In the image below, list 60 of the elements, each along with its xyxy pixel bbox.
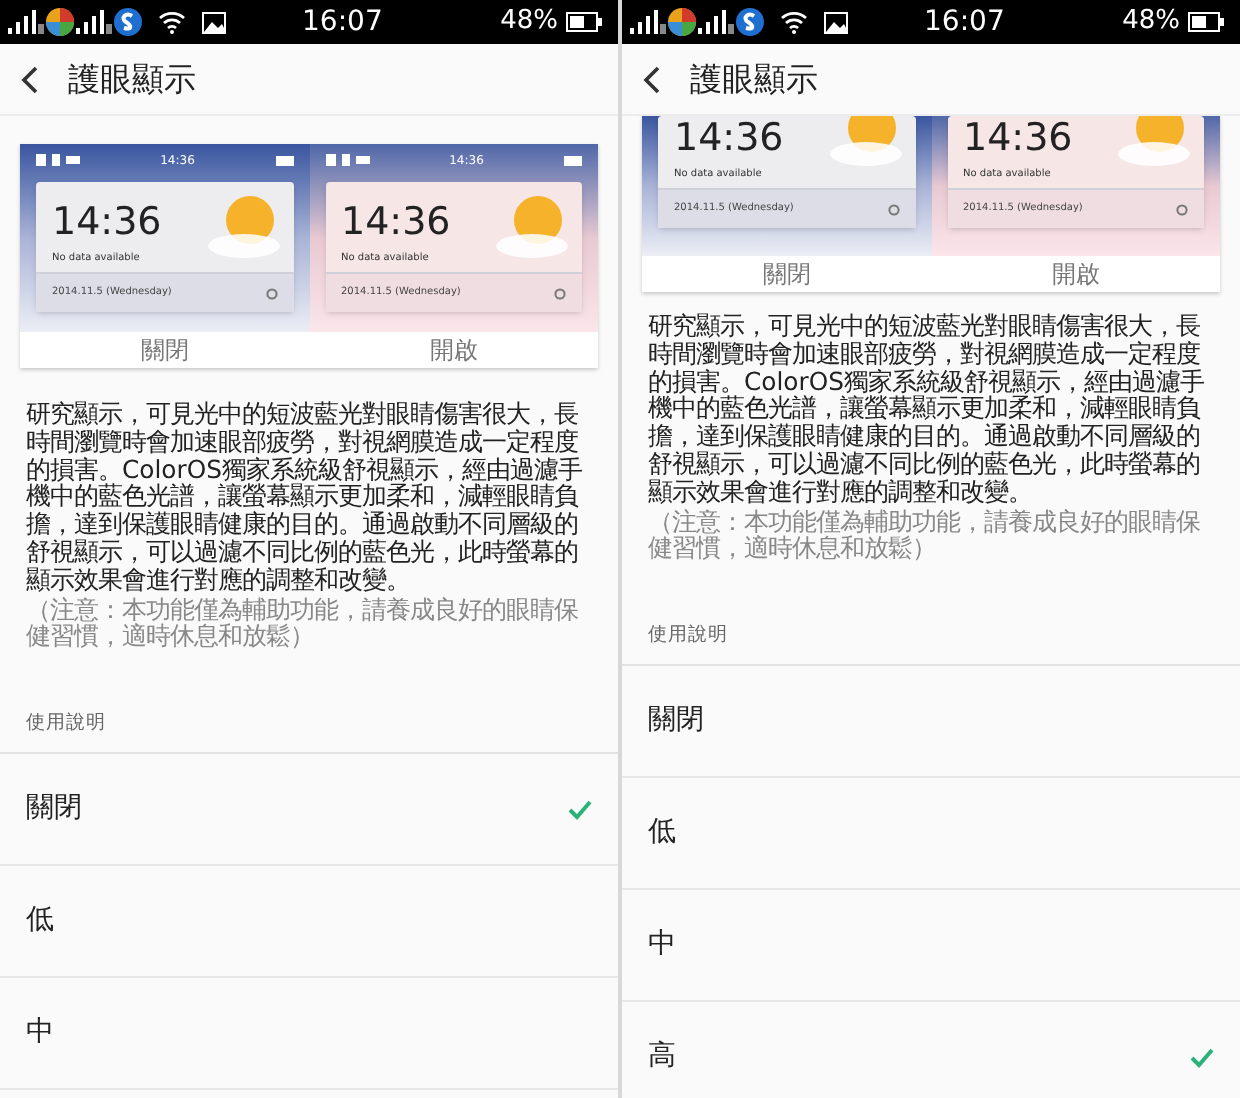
widget-clock: 14:36 <box>341 203 451 241</box>
widget-clock: 14:36 <box>963 119 1073 157</box>
section-label: 使用說明 <box>26 712 106 735</box>
battery-icon <box>564 155 583 165</box>
page-title: 護眼顯示 <box>690 57 818 101</box>
signal-icon <box>698 10 734 34</box>
image-icon <box>202 11 226 33</box>
image-icon <box>824 11 848 33</box>
option-row[interactable]: 關閉 <box>622 666 1240 779</box>
option-row[interactable]: 關閉 <box>0 754 618 867</box>
battery-icon <box>566 12 602 32</box>
back-icon[interactable] <box>20 65 40 93</box>
preview-label: 關閉 <box>140 334 189 368</box>
battery-icon <box>275 155 294 165</box>
note-text: （注意：本功能僅為輔助功能，請養成良好的眼睛保健習慣，適時休息和放鬆） <box>648 507 1202 563</box>
widget-clock: 14:36 <box>674 119 784 157</box>
sun-icon <box>205 192 285 260</box>
preview-label: 開啟 <box>429 334 478 368</box>
wifi-icon <box>780 10 808 34</box>
battery-percent: 48% <box>1122 4 1180 41</box>
sun-icon <box>494 192 574 260</box>
battery-percent: 48% <box>500 4 558 41</box>
option-row[interactable]: 低 <box>622 778 1240 891</box>
option-row[interactable]: 高 <box>622 1002 1240 1098</box>
preview-label: 關閉 <box>762 258 811 292</box>
ball-icon <box>46 8 74 36</box>
preview-label: 開啟 <box>1051 258 1100 292</box>
battery-icon <box>1188 12 1224 32</box>
option-label: 中 <box>648 926 678 965</box>
option-label: 高 <box>648 1038 678 1077</box>
mini-status-icons <box>36 154 80 166</box>
signal-icon <box>630 10 666 34</box>
ring-icon <box>265 287 277 299</box>
ring-icon <box>1176 203 1188 215</box>
page-title: 護眼顯示 <box>68 57 196 101</box>
option-row[interactable]: 中 <box>622 890 1240 1003</box>
status-time: 16:07 <box>302 3 383 41</box>
status-time: 16:07 <box>924 3 1005 41</box>
option-label: 低 <box>26 902 56 941</box>
description-text: 研究顯示，可見光中的短波藍光對眼睛傷害很大，長時間瀏覽時會加速眼部疲勞，對視網膜造成一定程度的損害。ColorOS獨家系統級舒視顯示，經由過濾手機中的藍色光譜，讓螢幕顯示更加柔和，減輕眼睛負擔，達到保護眼睛健康的目的。通過啟動不同層級的舒視顯示，可以過濾不同比例的藍色光，此時螢幕的顯示效果會進行對應的調整和改變。 <box>648 312 1206 506</box>
back-icon[interactable] <box>642 65 662 93</box>
ring-icon <box>554 287 566 299</box>
description-text: 研究顯示，可見光中的短波藍光對眼睛傷害很大，長時間瀏覽時會加速眼部疲勞，對視網膜造成一定程度的損害。ColorOS獨家系統級舒視顯示，經由過濾手機中的藍色光譜，讓螢幕顯示更加柔和，減輕眼睛負擔，達到保護眼睛健康的目的。通過啟動不同層級的舒視顯示，可以過濾不同比例的藍色光，此時螢幕的顯示效果會進行對應的調整和改變。 <box>26 400 584 594</box>
option-label: 低 <box>648 814 678 853</box>
option-label: 關閉 <box>648 702 706 741</box>
ring-icon <box>887 203 899 215</box>
swirl-icon <box>114 8 142 36</box>
option-label: 中 <box>26 1014 56 1053</box>
ball-icon <box>668 8 696 36</box>
option-row[interactable]: 低 <box>0 866 618 979</box>
note-text: （注意：本功能僅為輔助功能，請養成良好的眼睛保健習慣，適時休息和放鬆） <box>26 595 580 651</box>
mini-status-icons <box>325 154 369 166</box>
wifi-icon <box>158 10 186 34</box>
section-label: 使用說明 <box>648 624 728 647</box>
option-label: 關閉 <box>26 790 84 829</box>
swirl-icon <box>736 8 764 36</box>
option-row[interactable]: 中 <box>0 978 618 1091</box>
signal-icon <box>76 10 112 34</box>
signal-icon <box>8 10 44 34</box>
widget-clock: 14:36 <box>52 203 162 241</box>
